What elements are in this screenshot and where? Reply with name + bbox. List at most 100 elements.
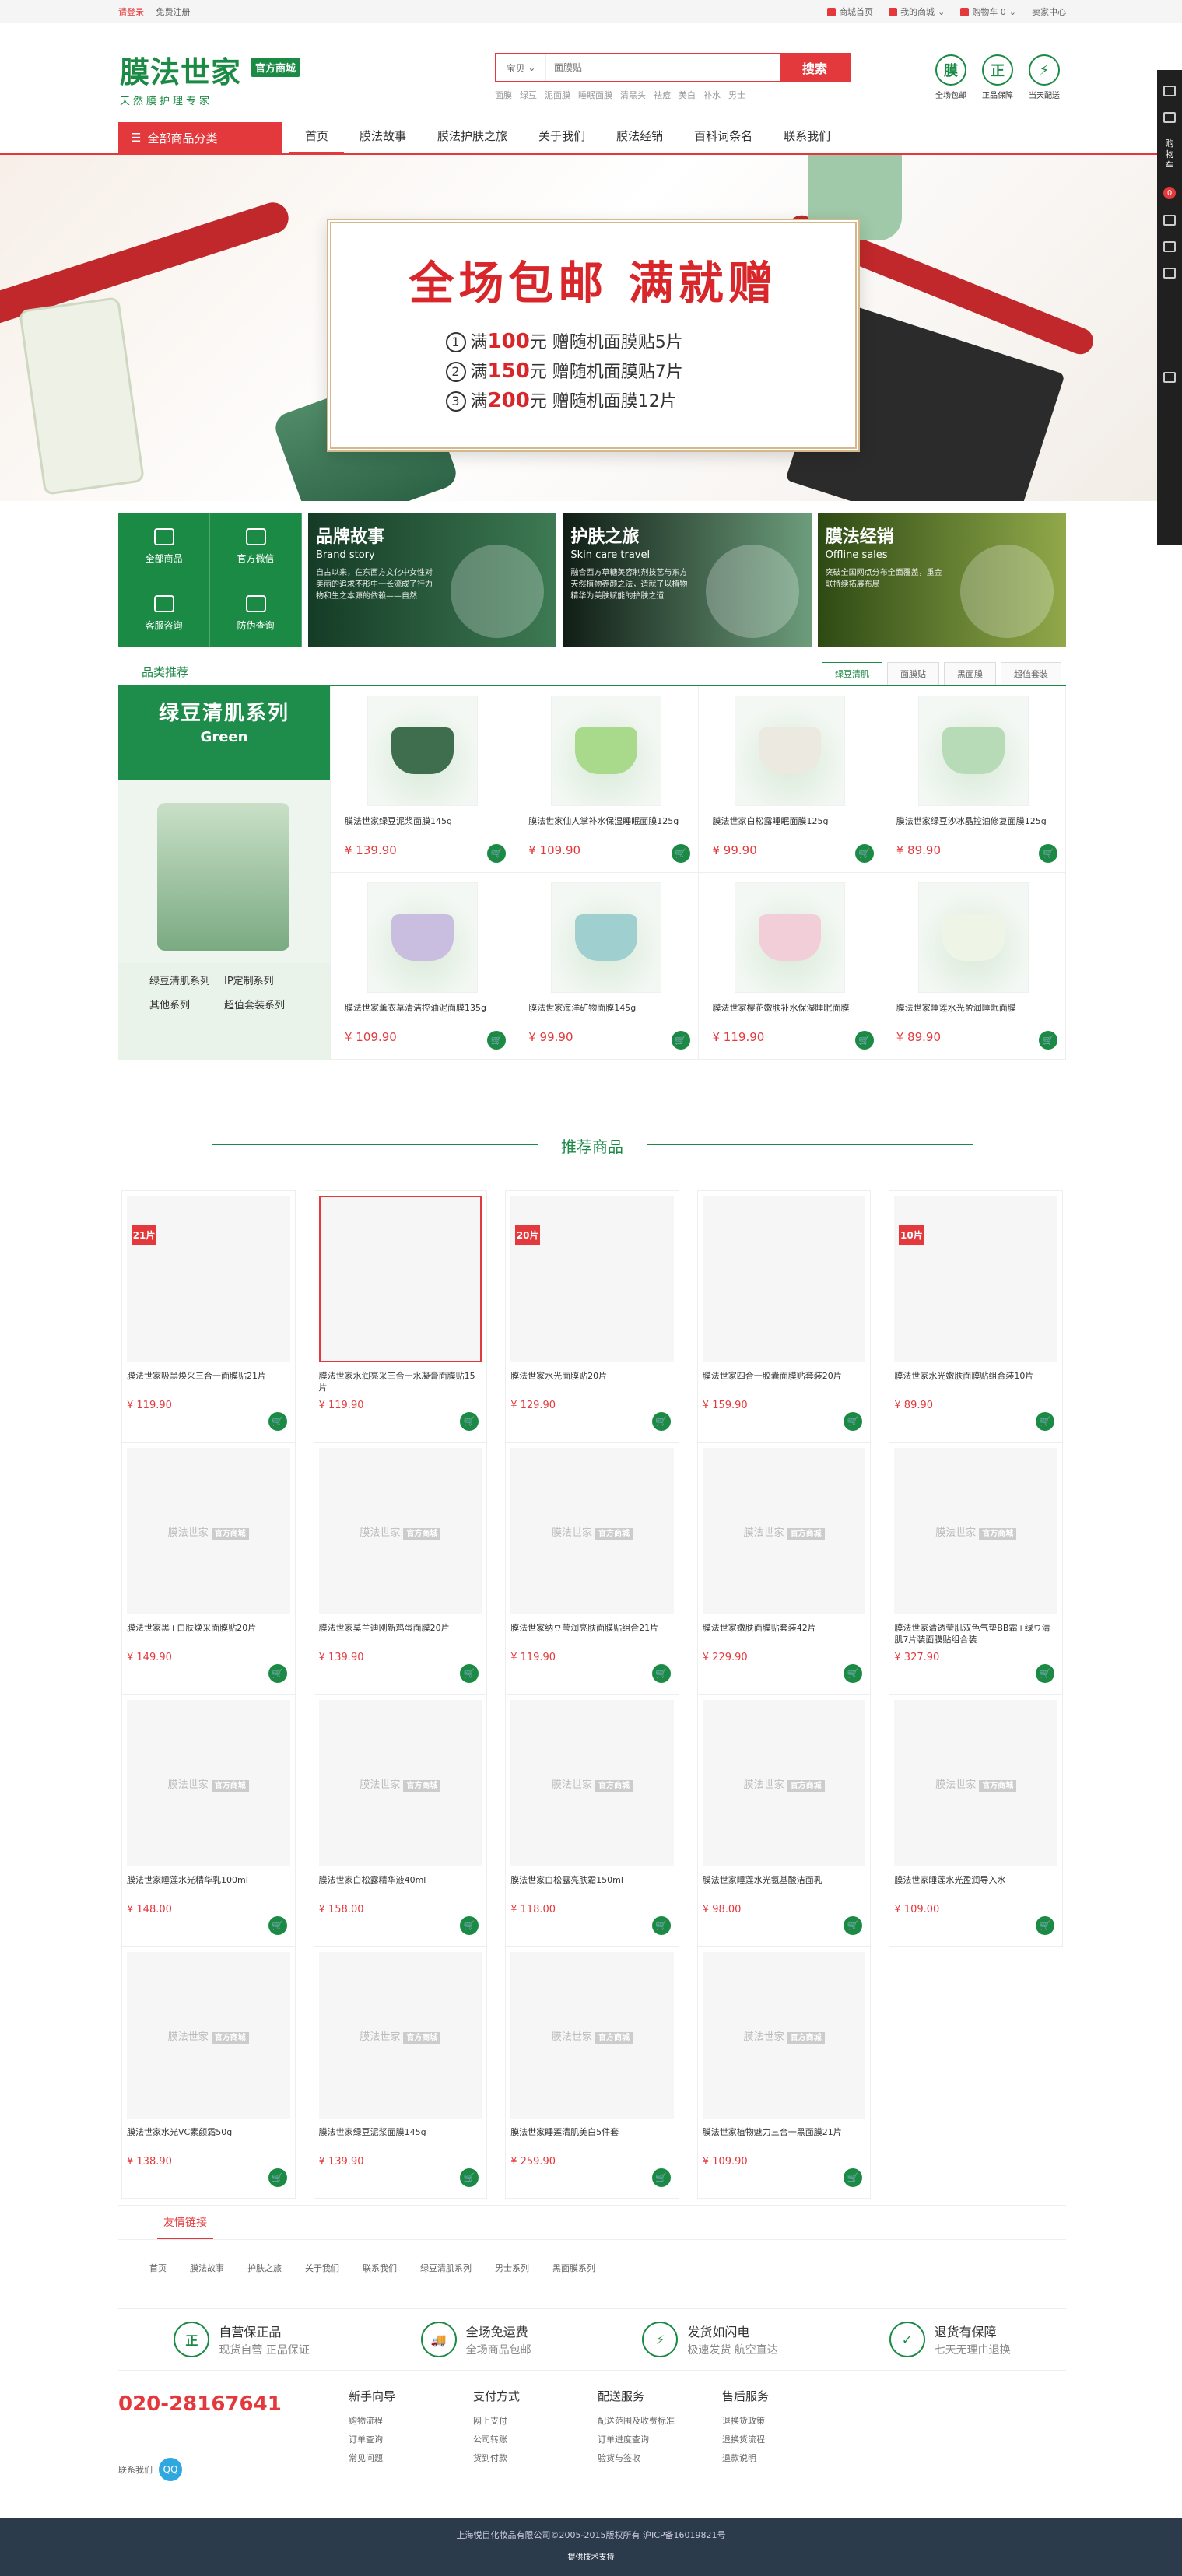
product-name[interactable]: 膜法世家水润亮采三合一水凝膏面膜贴15片 <box>319 1370 482 1393</box>
product-name[interactable]: 膜法世家吸黑焕采三合一面膜贴21片 <box>127 1370 290 1393</box>
offline-sales-card[interactable]: 膜法经销 Offline sales 突破全国网点分布全面覆盖，重金联持续拓展布… <box>817 513 1066 647</box>
product-image-placeholder[interactable]: 膜法世家 官方商城 <box>702 1448 866 1614</box>
product-card[interactable]: 膜法世家绿豆沙冰晶控油修复面膜125g ¥ 89.90 🛒 <box>882 686 1066 873</box>
add-to-cart-button[interactable]: 🛒 <box>844 1412 863 1431</box>
product-name[interactable]: 膜法世家绿豆沙冰晶控油修复面膜125g <box>896 815 1051 839</box>
add-to-cart-button[interactable]: 🛒 <box>1039 1031 1057 1050</box>
product-name[interactable]: 膜法世家睡莲水光精华乳100ml <box>127 1874 290 1898</box>
nav-about[interactable]: 关于我们 <box>523 120 601 154</box>
product-image-placeholder[interactable]: 膜法世家 官方商城 <box>510 1448 674 1614</box>
add-to-cart-button[interactable]: 🛒 <box>651 2168 671 2187</box>
friend-link[interactable]: 联系我们 <box>363 2262 397 2274</box>
hot-word[interactable]: 绿豆 <box>520 89 537 101</box>
product-card[interactable]: 膜法世家 官方商城 膜法世家黑+白肤焕采面膜贴20片 ¥ 149.90 🛒 <box>121 1442 296 1695</box>
nav-contact[interactable]: 联系我们 <box>768 120 846 154</box>
product-card[interactable]: 膜法世家仙人掌补水保湿睡眠面膜125g ¥ 109.90 🛒 <box>514 686 699 873</box>
search-category-select[interactable]: 宝贝 ⌄ <box>496 54 546 81</box>
product-name[interactable]: 膜法世家薰衣草清洁控油泥面膜135g <box>345 1002 500 1025</box>
add-to-cart-button[interactable]: 🛒 <box>460 2168 479 2187</box>
add-to-cart-button[interactable]: 🛒 <box>1036 1664 1054 1683</box>
footer-link[interactable]: 配送范围及收费标准 <box>598 2412 694 2431</box>
series-link[interactable]: 超值套装系列 <box>224 997 299 1011</box>
product-card[interactable]: 膜法世家海洋矿物面膜145g ¥ 99.90 🛒 <box>514 873 699 1060</box>
add-to-cart-button[interactable]: 🛒 <box>854 1031 874 1050</box>
product-image[interactable] <box>318 1196 482 1362</box>
product-name[interactable]: 膜法世家睡莲水光盈润导入水 <box>894 1874 1057 1898</box>
product-card[interactable]: 膜法世家 官方商城 膜法世家清透莹肌双色气垫BB霜+绿豆清肌7片装面膜贴组合装 ¥ 3… <box>889 1442 1063 1695</box>
quick-anti-fake[interactable]: 防伪查询 <box>210 580 302 647</box>
product-name[interactable]: 膜法世家植物魅力三合一黑面膜21片 <box>703 2126 866 2150</box>
footer-link[interactable]: 购物流程 <box>349 2412 445 2431</box>
product-card[interactable]: 膜法世家 官方商城 膜法世家嫩肤面膜贴套装42片 ¥ 229.90 🛒 <box>696 1442 872 1695</box>
add-to-cart-button[interactable]: 🛒 <box>651 1916 671 1935</box>
add-to-cart-button[interactable]: 🛒 <box>268 1916 287 1935</box>
product-image[interactable] <box>550 882 661 993</box>
hot-word[interactable]: 美白 <box>679 89 696 101</box>
series-link[interactable]: 绿豆清肌系列 <box>149 973 224 987</box>
product-image-placeholder[interactable]: 膜法世家 官方商城 <box>702 1700 866 1866</box>
product-name[interactable]: 膜法世家绿豆泥浆面膜145g <box>345 815 500 839</box>
product-card[interactable]: 20片 膜法世家水光面膜贴20片 ¥ 129.90 🛒 <box>505 1190 679 1442</box>
product-name[interactable]: 膜法世家白松露精华液40ml <box>319 1874 482 1898</box>
product-card[interactable]: 10片 膜法世家水光嫩肤面膜贴组合装10片 ¥ 89.90 🛒 <box>889 1190 1063 1442</box>
product-image-placeholder[interactable]: 膜法世家 官方商城 <box>702 1952 866 2119</box>
product-card[interactable]: 膜法世家 官方商城 膜法世家水光VC素颜霜50g ¥ 138.90 🛒 <box>121 1947 296 2199</box>
cart-label[interactable]: 购物车 <box>1164 138 1175 171</box>
product-name[interactable]: 膜法世家仙人掌补水保湿睡眠面膜125g <box>528 815 683 839</box>
product-image-placeholder[interactable]: 膜法世家 官方商城 <box>510 1952 674 2119</box>
product-image[interactable]: 10片 <box>894 1196 1057 1362</box>
product-image[interactable] <box>918 882 1029 993</box>
add-to-cart-button[interactable]: 🛒 <box>460 1664 479 1683</box>
product-card[interactable]: 膜法世家水润亮采三合一水凝膏面膜贴15片 ¥ 119.90 🛒 <box>313 1190 488 1442</box>
add-to-cart-button[interactable]: 🛒 <box>651 1664 671 1683</box>
add-to-cart-button[interactable]: 🛒 <box>1039 844 1057 863</box>
product-name[interactable]: 膜法世家海洋矿物面膜145g <box>528 1002 683 1025</box>
quick-wechat[interactable]: 官方微信 <box>210 513 302 580</box>
footer-link[interactable]: 验货与签收 <box>598 2449 694 2468</box>
product-card[interactable]: 膜法世家 官方商城 膜法世家植物魅力三合一黑面膜21片 ¥ 109.90 🛒 <box>696 1947 872 2199</box>
footer-link[interactable]: 订单查询 <box>349 2431 445 2449</box>
product-card[interactable]: 膜法世家薰衣草清洁控油泥面膜135g ¥ 109.90 🛒 <box>331 873 515 1060</box>
history-icon[interactable] <box>1163 215 1176 226</box>
add-to-cart-button[interactable]: 🛒 <box>268 2168 287 2187</box>
product-name[interactable]: 膜法世家四合一胶囊面膜贴套装20片 <box>703 1370 866 1393</box>
footer-link[interactable]: 常见问题 <box>349 2449 445 2468</box>
product-card[interactable]: 膜法世家白松露睡眠面膜125g ¥ 99.90 🛒 <box>698 686 882 873</box>
product-name[interactable]: 膜法世家绿豆泥浆面膜145g <box>319 2126 482 2150</box>
skincare-journey-card[interactable]: 护肤之旅 Skin care travel 融合西方草糖美容制剂技艺与东方天然植… <box>563 513 812 647</box>
product-image-placeholder[interactable]: 膜法世家 官方商城 <box>127 1448 290 1614</box>
friend-link[interactable]: 绿豆清肌系列 <box>420 2262 472 2274</box>
add-to-cart-button[interactable]: 🛒 <box>268 1664 287 1683</box>
series-hero[interactable]: 绿豆清肌系列 Green <box>118 686 330 963</box>
product-name[interactable]: 膜法世家白松露睡眠面膜125g <box>713 815 868 839</box>
add-to-cart-button[interactable]: 🛒 <box>854 844 874 863</box>
add-to-cart-button[interactable]: 🛒 <box>671 1031 690 1050</box>
product-image-placeholder[interactable]: 膜法世家 官方商城 <box>318 1448 482 1614</box>
product-name[interactable]: 膜法世家水光嫩肤面膜贴组合装10片 <box>894 1370 1057 1393</box>
hot-word[interactable]: 男士 <box>728 89 745 101</box>
hot-word[interactable]: 清黑头 <box>620 89 646 101</box>
add-to-cart-button[interactable]: 🛒 <box>844 2168 863 2187</box>
product-card[interactable]: 膜法世家 官方商城 膜法世家白松露精华液40ml ¥ 158.00 🛒 <box>313 1695 488 1947</box>
quick-all-products[interactable]: 全部商品 <box>118 513 210 580</box>
product-card[interactable]: 膜法世家 官方商城 膜法世家莫兰迪刚新鸡蛋面膜20片 ¥ 139.90 🛒 <box>313 1442 488 1695</box>
product-card[interactable]: 膜法世家绿豆泥浆面膜145g ¥ 139.90 🛒 <box>331 686 515 873</box>
tab-green-bean[interactable]: 绿豆清肌 <box>822 662 882 685</box>
friend-link[interactable]: 男士系列 <box>495 2262 529 2274</box>
brand-story-card[interactable]: 品牌故事 Brand story 自古以来，在东西方文化中女性对美丽的追求不形中… <box>308 513 557 647</box>
product-image[interactable] <box>367 696 478 806</box>
footer-link[interactable]: 退款说明 <box>722 2449 819 2468</box>
product-image[interactable]: 20片 <box>510 1196 674 1362</box>
brand-logo[interactable]: 膜法世家 官方商城 天然膜护理专家 <box>120 48 314 110</box>
product-image-placeholder[interactable]: 膜法世家 官方商城 <box>127 1952 290 2119</box>
nav-distribution[interactable]: 膜法经销 <box>601 120 679 154</box>
product-card[interactable]: 膜法世家四合一胶囊面膜贴套装20片 ¥ 159.90 🛒 <box>696 1190 872 1442</box>
product-image[interactable] <box>918 696 1029 806</box>
footer-link[interactable]: 订单进度查询 <box>598 2431 694 2449</box>
add-to-cart-button[interactable]: 🛒 <box>487 1031 507 1050</box>
star-icon[interactable] <box>1163 268 1176 279</box>
add-to-cart-button[interactable]: 🛒 <box>1036 1916 1054 1935</box>
add-to-cart-button[interactable]: 🛒 <box>1036 1412 1054 1431</box>
register-link[interactable]: 免费注册 <box>156 7 191 17</box>
user-icon[interactable] <box>1163 86 1176 96</box>
